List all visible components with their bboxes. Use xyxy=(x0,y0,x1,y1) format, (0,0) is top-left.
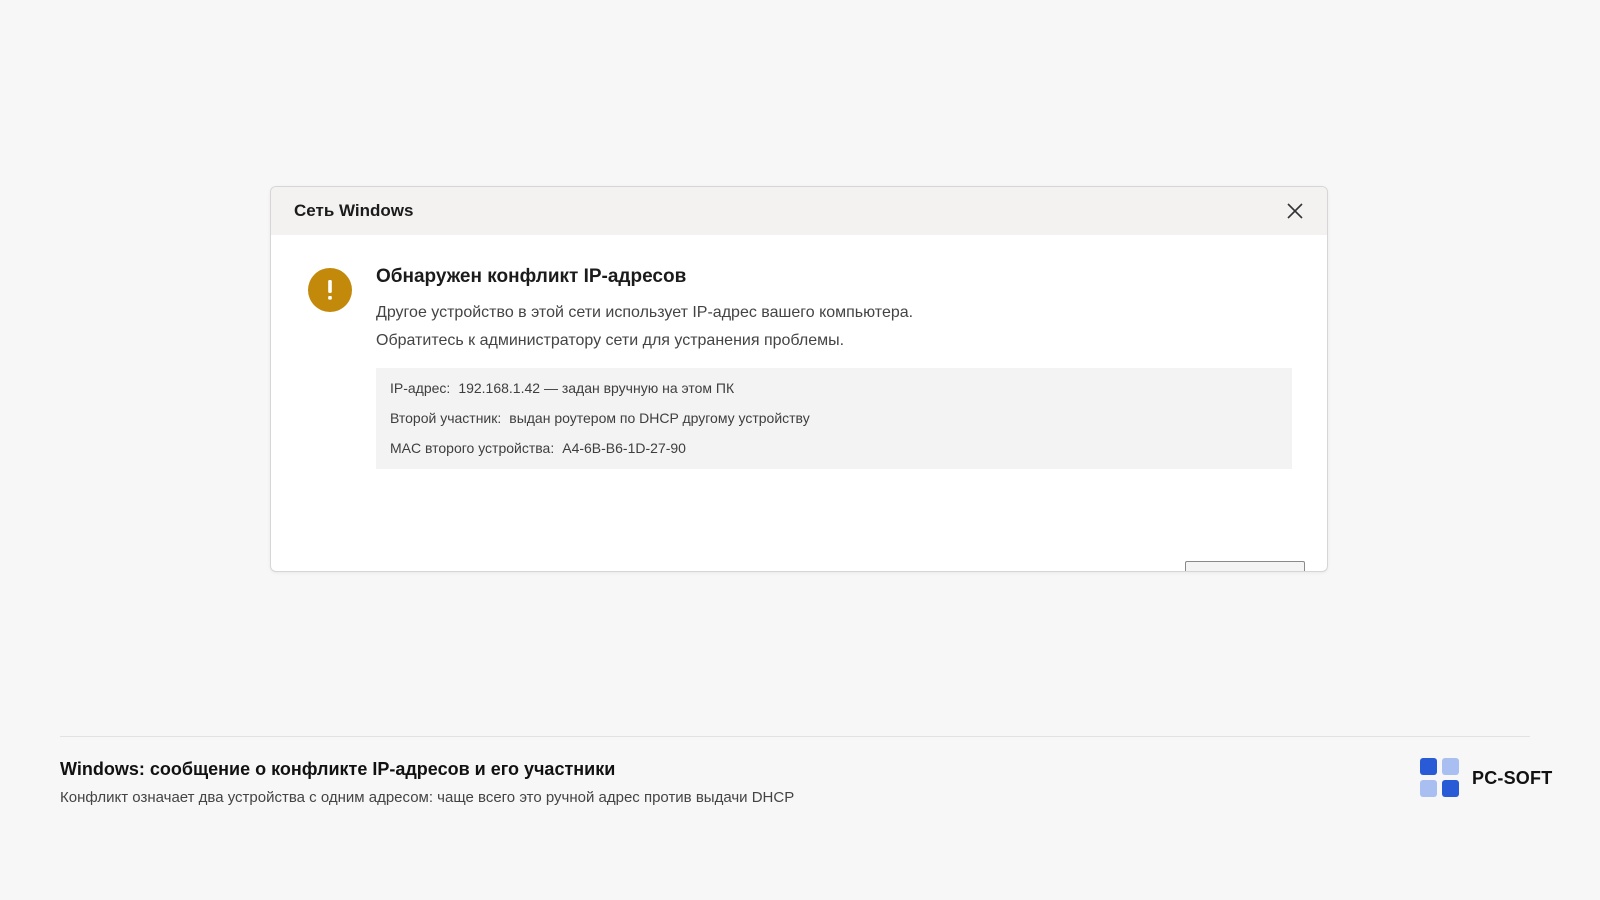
detail-value: 192.168.1.42 — задан вручную на этом ПК xyxy=(458,380,735,396)
dialog-description-line-1: Другое устройство в этой сети использует… xyxy=(376,304,914,321)
caption-divider xyxy=(60,736,1530,737)
detail-value: выдан роутером по DHCP другому устройств… xyxy=(509,410,810,426)
close-button[interactable]: Закрыть xyxy=(1185,561,1305,571)
ip-conflict-dialog: Сеть Windows Обнаружен конфликт IP-адрес… xyxy=(270,186,1328,572)
dialog-title: Сеть Windows xyxy=(294,201,414,220)
detail-label: MAC второго устройства: xyxy=(390,440,555,456)
brand-name: PC-SOFT xyxy=(1472,767,1553,788)
close-icon[interactable] xyxy=(1279,195,1311,227)
four-squares-logo-icon xyxy=(1420,758,1460,798)
dialog-description-line-2: Обратитесь к администратору сети для уст… xyxy=(376,332,845,349)
detail-label: Второй участник: xyxy=(390,410,502,426)
dialog-content: Обнаружен конфликт IP-адресов Другое уст… xyxy=(376,265,1292,469)
dialog-headline: Обнаружен конфликт IP-адресов xyxy=(376,266,687,287)
warning-exclamation-icon xyxy=(308,268,352,312)
caption-title: Windows: сообщение о конфликте IP-адресо… xyxy=(60,759,616,779)
detail-row-second-party: Второй участник: выдан роутером по DHCP д… xyxy=(390,403,1278,433)
dialog-titlebar: Сеть Windows xyxy=(271,187,1327,235)
brand: PC-SOFT xyxy=(1420,758,1552,798)
detail-row-ip: IP-адрес: 192.168.1.42 — задан вручную на… xyxy=(390,373,1278,403)
detail-row-mac: MAC второго устройства: A4-6B-B6-1D-27-90 xyxy=(390,433,1278,463)
detail-label: IP-адрес: xyxy=(390,380,451,396)
conflict-details-panel: IP-адрес: 192.168.1.42 — задан вручную на… xyxy=(376,368,1292,469)
detail-value: A4-6B-B6-1D-27-90 xyxy=(562,440,686,456)
caption-subtitle: Конфликт означает два устройства с одним… xyxy=(60,789,795,806)
